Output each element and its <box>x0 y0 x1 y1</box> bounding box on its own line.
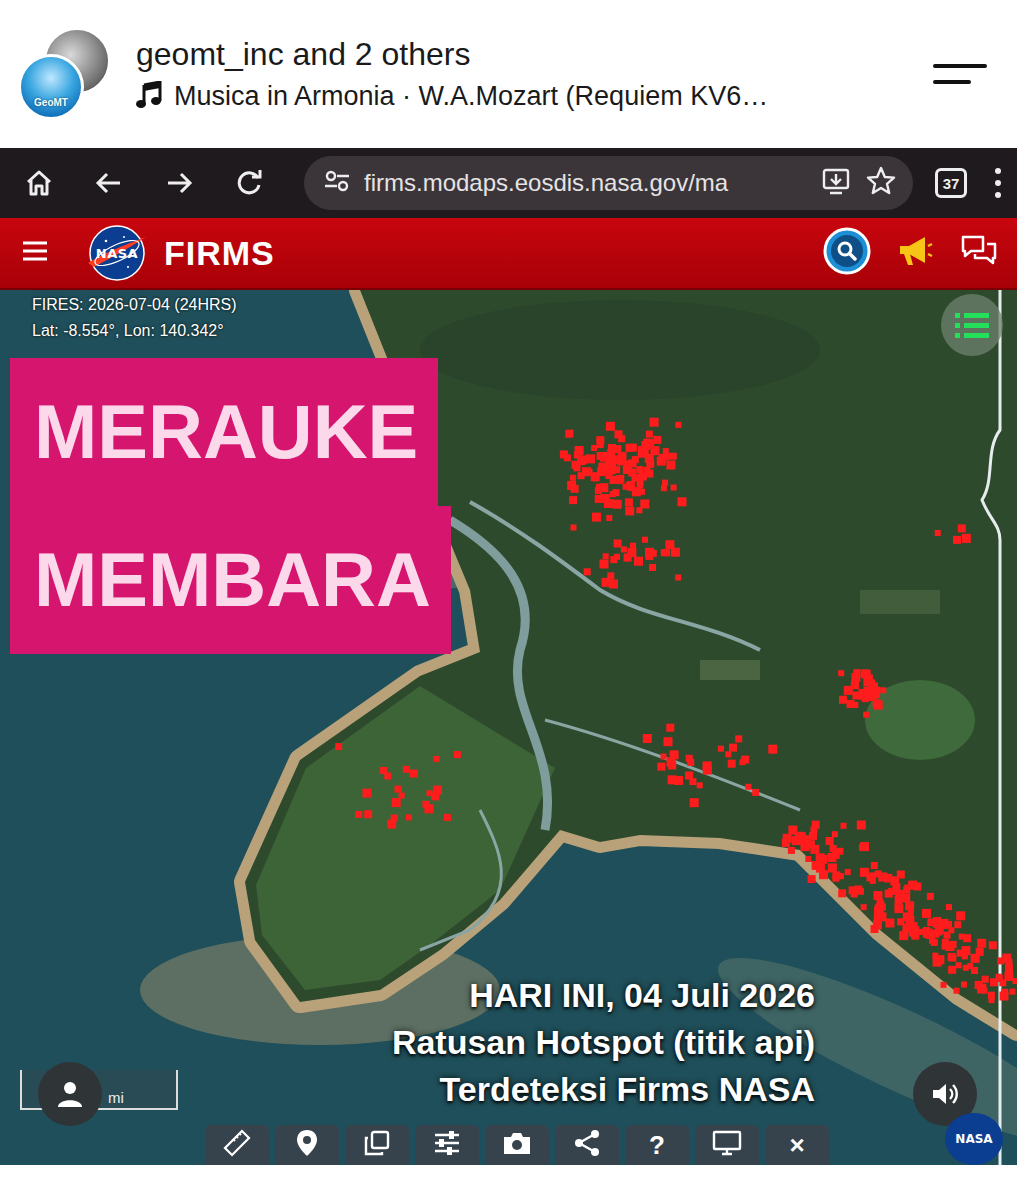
site-settings-icon[interactable] <box>324 169 350 197</box>
menu-icon[interactable] <box>933 64 987 84</box>
headline: MERAUKEMEMBARA <box>10 358 451 654</box>
tool-button[interactable]: × <box>765 1125 829 1165</box>
hamburger-icon[interactable] <box>22 240 48 266</box>
person-icon[interactable] <box>38 1062 102 1126</box>
address-bar[interactable]: firms.modaps.eosdis.nasa.gov/ma <box>304 156 913 210</box>
sliders-icon <box>433 1129 461 1161</box>
caption-line: Ratusan Hotspot (titik api) <box>392 1019 815 1066</box>
app-bar: NASA FIRMS <box>0 218 1017 290</box>
fires-date: FIRES: 2026-07-04 (24HRS) <box>32 292 237 318</box>
star-icon[interactable] <box>865 165 897 201</box>
tool-button[interactable] <box>695 1125 759 1165</box>
map-toolbar: ?× <box>205 1125 829 1165</box>
home-icon[interactable] <box>24 168 94 198</box>
tool-button[interactable] <box>415 1125 479 1165</box>
url-text[interactable]: firms.modaps.eosdis.nasa.gov/ma <box>364 169 807 197</box>
app-actions <box>823 227 999 279</box>
post-info: geomt_inc and 2 others Musica in Armonia … <box>136 36 913 113</box>
music-title: Musica in Armonia · W.A.Mozart (Requiem … <box>174 81 768 112</box>
reload-icon[interactable] <box>234 168 304 198</box>
nasa-logo-text: NASA <box>96 246 138 261</box>
tool-button[interactable] <box>275 1125 339 1165</box>
tool-button[interactable] <box>555 1125 619 1165</box>
post-header: GeoMT geomt_inc and 2 others Musica in Arm… <box>0 0 1017 148</box>
caption: HARI INI, 04 Juli 2026Ratusan Hotspot (t… <box>392 972 815 1113</box>
fires-info: FIRES: 2026-07-04 (24HRS)Lat: -8.554°, L… <box>32 292 237 344</box>
pin-icon <box>295 1128 319 1162</box>
download-icon[interactable] <box>821 166 851 200</box>
share-icon <box>573 1129 601 1161</box>
layers-icon <box>363 1129 391 1161</box>
tool-glyph: ? <box>649 1125 665 1165</box>
browser-toolbar: firms.modaps.eosdis.nasa.gov/ma 37 <box>0 148 1017 218</box>
music-note-icon <box>136 81 162 113</box>
headline-line: MERAUKE <box>10 358 438 506</box>
tool-button[interactable] <box>345 1125 409 1165</box>
headline-line: MEMBARA <box>10 506 451 654</box>
nasa-badge-text: NASA <box>955 1132 992 1146</box>
layer-list-icon[interactable] <box>941 294 1003 356</box>
more-menu-icon[interactable] <box>995 168 1001 198</box>
tool-button[interactable] <box>485 1125 549 1165</box>
fire-map[interactable]: FIRES: 2026-07-04 (24HRS)Lat: -8.554°, L… <box>0 290 1017 1165</box>
nasa-logo[interactable]: NASA <box>84 223 150 283</box>
geomt-logo-icon: GeoMT <box>18 54 84 120</box>
account-avatar[interactable]: GeoMT <box>18 28 110 120</box>
tool-button[interactable] <box>205 1125 269 1165</box>
camera-icon <box>502 1130 532 1160</box>
chat-icon[interactable] <box>959 233 999 273</box>
ruler-icon <box>223 1129 251 1161</box>
bottom-space <box>0 1165 1017 1200</box>
account-name[interactable]: geomt_inc and 2 others <box>136 36 913 73</box>
cursor-coords: Lat: -8.554°, Lon: 140.342° <box>32 318 237 344</box>
scale-unit: mi <box>108 1089 124 1106</box>
tool-glyph: × <box>789 1125 804 1165</box>
app-title: FIRMS <box>164 234 823 273</box>
nasa-badge: NASA <box>945 1113 1003 1165</box>
monitor-icon <box>712 1129 742 1161</box>
tab-count[interactable]: 37 <box>935 168 967 198</box>
forward-icon[interactable] <box>164 168 234 198</box>
tool-button[interactable]: ? <box>625 1125 689 1165</box>
caption-line: Terdeteksi Firms NASA <box>440 1066 815 1113</box>
avatar-label: GeoMT <box>34 97 68 117</box>
music-row[interactable]: Musica in Armonia · W.A.Mozart (Requiem … <box>136 81 913 113</box>
megaphone-icon[interactable] <box>897 234 933 272</box>
search-icon[interactable] <box>823 227 871 279</box>
caption-line: HARI INI, 04 Juli 2026 <box>469 972 815 1019</box>
back-icon[interactable] <box>94 168 164 198</box>
